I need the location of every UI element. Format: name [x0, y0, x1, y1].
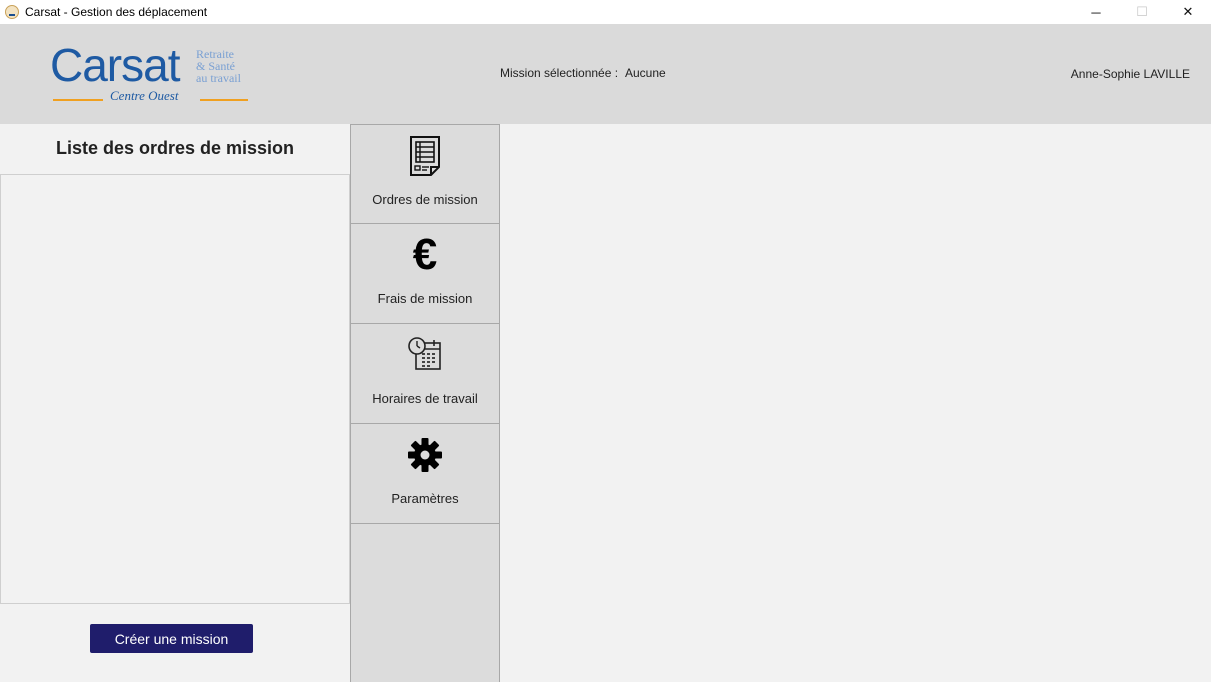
nav-item-frais-de-mission[interactable]: € Frais de mission: [351, 224, 499, 324]
carsat-logo: Carsat Retraite & Santé au travail Centr…: [50, 39, 250, 104]
nav-label-horaires-de-travail: Horaires de travail: [372, 391, 478, 406]
user-name: Anne-Sophie LAVILLE: [1070, 67, 1190, 81]
selected-mission-label: Mission sélectionnée :: [500, 66, 619, 80]
document-list-icon: [405, 135, 445, 177]
selected-mission-value: Aucune: [625, 66, 666, 80]
create-mission-button[interactable]: Créer une mission: [90, 624, 253, 653]
gear-icon: [405, 434, 445, 476]
mission-list-title: Liste des ordres de mission: [55, 138, 295, 158]
nav-label-parametres: Paramètres: [391, 491, 459, 506]
mission-list[interactable]: [0, 174, 350, 604]
mission-list-panel: Liste des ordres de mission Créer une mi…: [0, 124, 350, 682]
logo-main-text: Carsat: [50, 39, 180, 91]
logo-left-rule: [53, 99, 103, 101]
window-controls: ─ ☐ ✕: [1073, 0, 1211, 24]
euro-icon: €: [412, 230, 438, 279]
window-titlebar: Carsat - Gestion des déplacement ─ ☐ ✕: [0, 0, 1211, 24]
main-nav: Ordres de mission € Frais de mission Hor…: [350, 124, 500, 682]
app-logo-icon: [5, 5, 19, 19]
nav-label-ordres-de-mission: Ordres de mission: [372, 192, 478, 207]
minimize-button[interactable]: ─: [1073, 0, 1119, 24]
logo-tagline-line3: au travail: [196, 71, 241, 85]
window-title: Carsat - Gestion des déplacement: [25, 5, 208, 19]
logo-right-rule: [200, 99, 248, 101]
nav-label-frais-de-mission: Frais de mission: [377, 291, 473, 306]
nav-item-horaires-de-travail[interactable]: Horaires de travail: [351, 324, 499, 424]
close-button[interactable]: ✕: [1165, 0, 1211, 24]
logo-subtitle: Centre Ouest: [110, 88, 179, 103]
nav-item-parametres[interactable]: Paramètres: [351, 424, 499, 524]
main-content: [500, 124, 1211, 682]
maximize-button[interactable]: ☐: [1119, 0, 1165, 24]
logo-tagline: Retraite & Santé au travail: [196, 48, 256, 84]
app-header: Carsat Retraite & Santé au travail Centr…: [0, 24, 1211, 124]
nav-item-ordres-de-mission[interactable]: Ordres de mission: [351, 124, 499, 224]
clock-calendar-icon: [405, 334, 445, 376]
